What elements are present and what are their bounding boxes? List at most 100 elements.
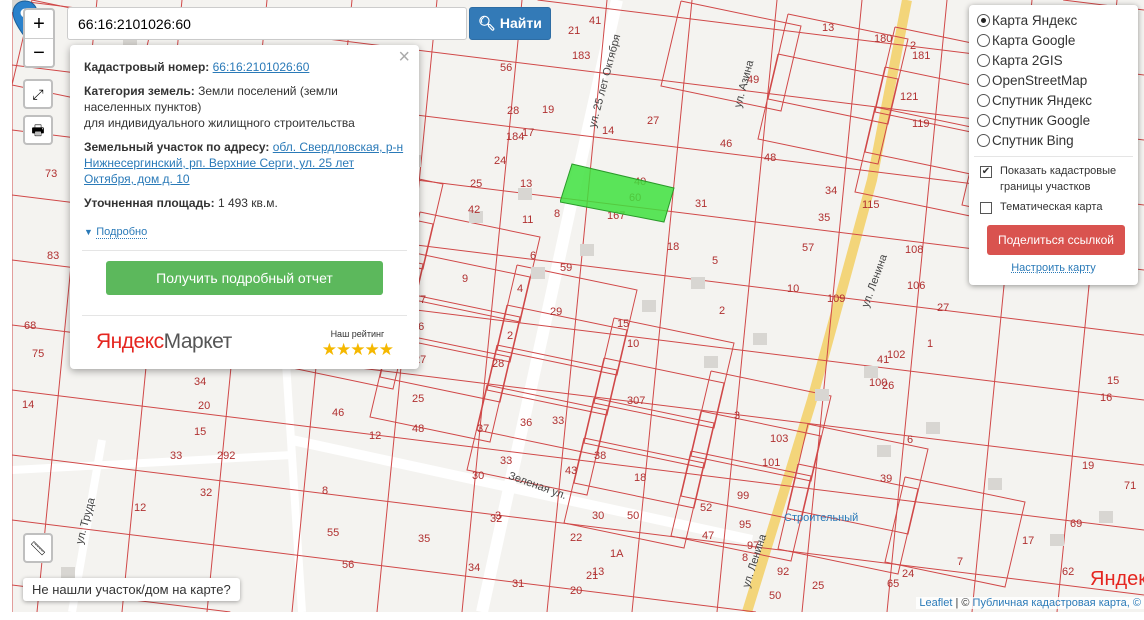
checkmark-icon: ✔ — [980, 166, 992, 178]
radio-icon — [977, 93, 990, 107]
checkbox-box — [980, 202, 992, 214]
map-line — [690, 370, 832, 482]
details-toggle[interactable]: Подробно — [96, 226, 148, 239]
parcel-number: 68 — [24, 320, 37, 332]
layer-option[interactable]: Карта Google — [977, 30, 1130, 50]
parcel-number: 33 — [170, 450, 183, 462]
layer-option[interactable]: OpenStreetMap — [977, 70, 1130, 90]
parcel-number: 59 — [560, 262, 573, 274]
radio-icon — [977, 73, 990, 87]
parcel-number: 14 — [602, 125, 615, 137]
parcel-number: 307 — [627, 395, 646, 407]
parcel-number: 50 — [627, 510, 640, 522]
parcel-number: 30 — [472, 470, 485, 482]
radio-icon — [977, 33, 990, 47]
parcel-number: 101 — [762, 457, 781, 469]
parcel-number: 20 — [198, 400, 211, 412]
share-link-button[interactable]: Поделиться ссылкой — [987, 225, 1125, 255]
close-icon[interactable]: × — [398, 47, 410, 67]
pkk-link[interactable]: Публичная кадастровая карта, © — [973, 597, 1141, 609]
search-input[interactable] — [67, 7, 467, 40]
show-borders-checkbox[interactable]: ✔ Показать кадастровые границы участков — [977, 163, 1130, 195]
parcel-number: 69 — [1070, 518, 1083, 530]
parcel-number: 34 — [468, 562, 481, 574]
fullscreen-button[interactable]: ⤢ — [23, 79, 53, 109]
parcel-number: 29 — [550, 306, 563, 318]
parcel-number: 4 — [517, 283, 524, 295]
parcel-number: 183 — [572, 50, 591, 62]
parcel-number: 1А — [610, 548, 624, 560]
parcel-number: 10 — [627, 338, 640, 350]
parcel-number: 56 — [342, 559, 355, 571]
parcel-number: 25 — [470, 178, 483, 190]
building — [691, 277, 705, 289]
category-use: для индивидуального жилищного строительс… — [84, 116, 355, 130]
zoom-out-button[interactable]: − — [25, 38, 53, 66]
parcel-number: 46 — [332, 407, 345, 419]
parcel-number: 56 — [500, 62, 513, 74]
yandex-market-logo: ЯндексМаркет — [96, 331, 232, 352]
not-found-button[interactable]: Не нашли участок/дом на карте? — [23, 578, 240, 601]
parcel-number: 48 — [764, 152, 777, 164]
radio-icon — [977, 13, 990, 27]
divider — [974, 156, 1133, 157]
poi-label[interactable]: Строительный — [784, 512, 858, 524]
leaflet-link[interactable]: Leaflet — [919, 597, 952, 609]
building — [704, 356, 718, 368]
parcel-number: 102 — [887, 349, 906, 361]
layer-option-label: Карта Яндекс — [992, 12, 1078, 28]
cad-label: Кадастровый номер: — [84, 60, 210, 74]
zoom-in-button[interactable]: + — [25, 10, 53, 38]
layer-option[interactable]: Спутник Яндекс — [977, 90, 1130, 110]
attr-sep: | © — [952, 597, 973, 609]
parcel-number: 11 — [522, 214, 534, 226]
parcel-number: 50 — [769, 590, 782, 602]
parcel-number: 15 — [617, 318, 630, 330]
configure-map-link[interactable]: Настроить карту — [977, 262, 1130, 274]
parcel-number: 25 — [812, 580, 825, 592]
parcel-number: 32 — [200, 487, 213, 499]
parcel-number: 1 — [927, 338, 934, 350]
parcel-number: 35 — [818, 212, 831, 224]
cad-number-link[interactable]: 66:16:2101026:60 — [213, 60, 310, 74]
building — [642, 300, 656, 312]
search-button[interactable]: 🔍︎ Найти — [469, 7, 551, 40]
layer-option[interactable]: Карта 2GIS — [977, 50, 1130, 70]
get-report-button[interactable]: Получить подробный отчет — [106, 261, 383, 295]
measure-button[interactable]: 📏︎ — [23, 533, 53, 563]
selected-parcel[interactable] — [560, 162, 678, 224]
parcel-number: 2 — [507, 330, 514, 342]
parcel-number: 92 — [777, 566, 790, 578]
parcel-number: 38 — [594, 450, 607, 462]
parcel-number: 13 — [822, 22, 835, 34]
checkbox-label: Показать кадастровые границы участков — [1000, 165, 1117, 193]
parcel-number: 12 — [134, 502, 147, 514]
divider — [82, 250, 407, 251]
layer-option[interactable]: Спутник Bing — [977, 130, 1130, 150]
ruler-icon: 📏︎ — [29, 540, 47, 556]
search-icon: 🔍︎ — [478, 15, 496, 31]
parcel-number: 26 — [882, 380, 895, 392]
building — [1099, 511, 1113, 523]
parcel-number: 6 — [530, 250, 537, 262]
parcel-number: 39 — [880, 473, 893, 485]
building — [815, 389, 829, 401]
yandex-market-ad[interactable]: ЯндексМаркет Наш рейтинг ★★★★★ — [84, 326, 405, 358]
building — [988, 478, 1002, 490]
parcel-number: 55 — [327, 527, 340, 539]
print-button[interactable]: 🖶 — [23, 115, 53, 145]
parcel-number: 19 — [542, 104, 555, 116]
parcel-info-popup: × Кадастровый номер: 66:16:2101026:60 Ка… — [70, 45, 419, 369]
layer-option[interactable]: Карта Яндекс — [977, 10, 1130, 30]
parcel-number: 6 — [907, 434, 914, 446]
parcel-number: 25 — [412, 393, 425, 405]
thematic-map-checkbox[interactable]: Тематическая карта — [977, 199, 1130, 215]
parcel-number: 106 — [907, 280, 926, 292]
parcel-number: 18 — [634, 472, 647, 484]
layer-option[interactable]: Спутник Google — [977, 110, 1130, 130]
building — [926, 422, 940, 434]
parcel-number: 9 — [462, 273, 469, 285]
star-icon: ★★★★★ — [321, 340, 394, 359]
parcel-number: 27 — [937, 302, 950, 314]
parcel-number: 18 — [667, 241, 680, 253]
